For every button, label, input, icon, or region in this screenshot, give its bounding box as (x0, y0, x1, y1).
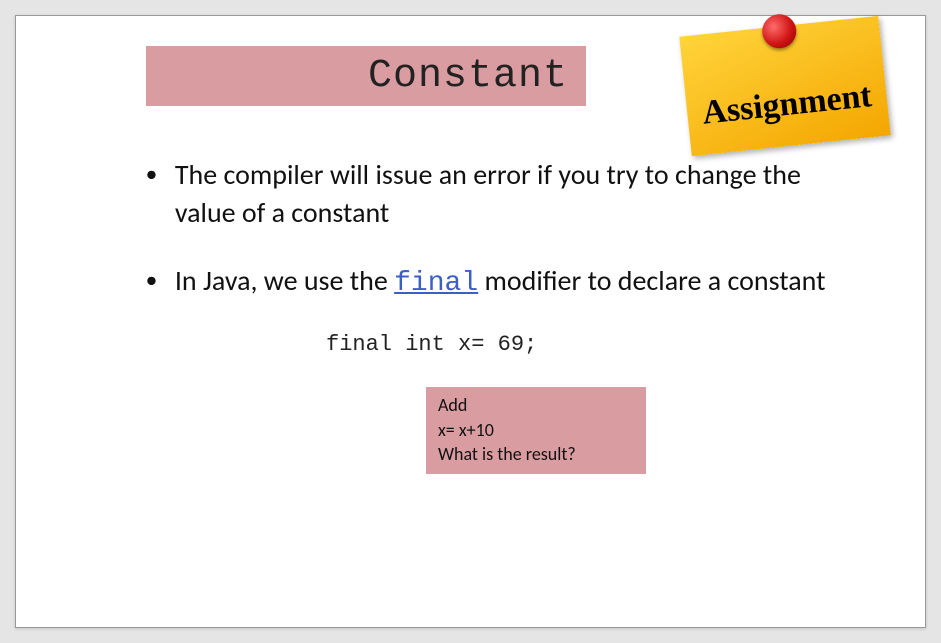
question-box: Add x= x+10 What is the result? (426, 387, 646, 474)
bullet-item: ● The compiler will issue an error if yo… (146, 156, 835, 232)
title-row: Constant Assignment (146, 46, 875, 106)
bullet-text-prefix: In Java, we use the (175, 263, 394, 298)
slide: Constant Assignment ● The compiler will … (15, 15, 926, 628)
sticky-note: Assignment (679, 16, 890, 156)
question-line: x= x+10 (438, 418, 634, 442)
bullet-text: The compiler will issue an error if you … (175, 156, 835, 232)
slide-content: ● The compiler will issue an error if yo… (66, 156, 875, 474)
slide-title: Constant (368, 54, 568, 99)
question-line: Add (438, 393, 634, 417)
bullet-text: In Java, we use the final modifier to de… (175, 262, 826, 303)
question-line: What is the result? (438, 442, 634, 466)
bullet-marker-icon: ● (146, 162, 157, 186)
code-example: final int x= 69; (326, 332, 835, 357)
bullet-text-suffix: modifier to declare a constant (478, 263, 825, 298)
title-background: Constant (146, 46, 586, 106)
sticky-note-text: Assignment (700, 77, 873, 133)
pushpin-icon (761, 13, 798, 50)
code-keyword-final: final (394, 268, 478, 299)
bullet-marker-icon: ● (146, 268, 157, 292)
bullet-item: ● In Java, we use the final modifier to … (146, 262, 835, 303)
